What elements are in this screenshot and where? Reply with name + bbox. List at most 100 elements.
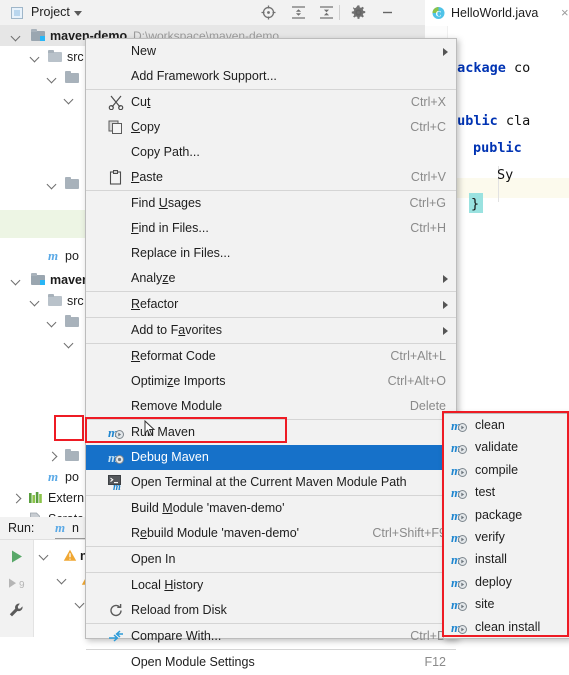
menu-item-label: Replace in Files...: [131, 246, 231, 260]
chevron-down-icon[interactable]: [58, 575, 67, 584]
code-line-4: public: [473, 140, 522, 156]
run-gutter-toolbar: 9: [0, 540, 34, 637]
chevron-down-icon[interactable]: [76, 599, 85, 608]
menu-item-copy[interactable]: Copy Ctrl+C: [86, 115, 456, 140]
tree-row-label: maven: [50, 273, 90, 287]
chevron-right-icon[interactable]: [12, 494, 21, 503]
external-libraries-icon: [29, 492, 43, 507]
chevron-down-icon[interactable]: [65, 339, 74, 348]
folder-icon: [65, 449, 79, 461]
debug-maven-submenu[interactable]: m clean m validate m compile m test m package m ver…: [443, 413, 569, 639]
chevron-down-icon[interactable]: [40, 551, 49, 560]
gear-icon[interactable]: [350, 4, 367, 21]
menu-item-shortcut: Ctrl+X: [410, 95, 446, 109]
submenu-item-validate[interactable]: m validate: [444, 436, 569, 459]
expand-all-icon[interactable]: [290, 4, 307, 21]
ide-window: Project C HelloWorld.java × maven-demo D…: [0, 0, 569, 669]
submenu-item-compile[interactable]: m compile: [444, 459, 569, 482]
menu-item-shortcut: Ctrl+V: [410, 170, 446, 184]
menu-item-label: Copy: [131, 120, 161, 134]
menu-item-open-in[interactable]: Open In: [86, 547, 456, 572]
chevron-down-icon[interactable]: [12, 32, 21, 41]
menu-item-rebuild-module-maven-demo[interactable]: Rebuild Module 'maven-demo' Ctrl+Shift+F9: [86, 521, 456, 546]
menu-item-add-framework-support[interactable]: Add Framework Support...: [86, 64, 456, 89]
maven-run-icon: m: [108, 425, 124, 440]
chevron-right-icon[interactable]: [48, 452, 57, 461]
collapse-all-icon[interactable]: [318, 4, 335, 21]
menu-item-build-module-maven-demo[interactable]: Build Module 'maven-demo': [86, 496, 456, 521]
menu-item-shortcut: Ctrl+D: [410, 629, 446, 643]
settings-wrench-icon[interactable]: [8, 602, 25, 622]
menu-item-label: Reformat Code: [131, 349, 216, 363]
terminal-maven-icon: m: [108, 475, 124, 493]
source-folder-icon: [48, 50, 62, 62]
run-icon[interactable]: [8, 548, 25, 568]
menu-item-add-to-favorites[interactable]: Add to Favorites: [86, 318, 456, 343]
maven-goal-icon: m: [451, 418, 467, 433]
menu-item-analyze[interactable]: Analyze: [86, 266, 456, 291]
menu-item-reload-from-disk[interactable]: Reload from Disk: [86, 598, 456, 623]
maven-pom-icon: m: [48, 469, 59, 484]
menu-item-label: Find in Files...: [131, 221, 209, 235]
menu-item-shortcut: Ctrl+Alt+L: [390, 349, 446, 363]
menu-item-run-maven[interactable]: m Run Maven: [86, 420, 456, 445]
menu-item-copy-path[interactable]: Copy Path...: [86, 140, 456, 165]
menu-item-local-history[interactable]: Local History: [86, 573, 456, 598]
menu-item-debug-maven[interactable]: m Debug Maven: [86, 445, 456, 470]
menu-item-label: Optimize Imports: [131, 374, 226, 388]
chevron-down-icon[interactable]: [74, 11, 82, 16]
menu-item-new[interactable]: New: [86, 39, 456, 64]
menu-item-refactor[interactable]: Refactor: [86, 292, 456, 317]
submenu-item-package[interactable]: m package: [444, 504, 569, 527]
menu-item-open-module-settings[interactable]: Open Module Settings F12: [86, 650, 456, 675]
locate-icon[interactable]: [260, 4, 277, 21]
menu-item-find-in-files[interactable]: Find in Files... Ctrl+H: [86, 216, 456, 241]
folder-icon: [65, 177, 79, 189]
run-panel-label: Run:: [8, 521, 35, 535]
close-icon[interactable]: ×: [561, 6, 569, 19]
menu-item-paste[interactable]: Paste Ctrl+V: [86, 165, 456, 190]
chevron-down-icon[interactable]: [31, 297, 40, 306]
menu-item-find-usages[interactable]: Find Usages Ctrl+G: [86, 191, 456, 216]
submenu-item-deploy[interactable]: m deploy: [444, 571, 569, 594]
submenu-item-label: validate: [475, 440, 519, 455]
maven-goal-icon: m: [451, 485, 467, 500]
submenu-item-test[interactable]: m test: [444, 481, 569, 504]
chevron-down-icon[interactable]: [48, 180, 57, 189]
submenu-item-clean-install[interactable]: m clean install: [444, 616, 569, 639]
menu-item-label: Refactor: [131, 297, 179, 311]
maven-icon: m: [55, 520, 66, 535]
chevron-down-icon[interactable]: [48, 74, 57, 83]
chevron-down-icon[interactable]: [12, 276, 21, 285]
menu-item-shortcut: Ctrl+H: [410, 221, 446, 235]
menu-item-replace-in-files[interactable]: Replace in Files...: [86, 241, 456, 266]
reload-icon: [108, 603, 124, 618]
menu-item-cut[interactable]: Cut Ctrl+X: [86, 90, 456, 115]
menu-item-label: Copy Path...: [131, 145, 200, 159]
menu-item-remove-module[interactable]: Remove Module Delete: [86, 394, 456, 419]
hide-icon[interactable]: [379, 4, 396, 21]
menu-item-open-terminal-at-the-current-maven-module-path[interactable]: m Open Terminal at the Current Maven Modu…: [86, 470, 456, 495]
menu-item-label: Reload from Disk: [131, 603, 227, 617]
submenu-item-verify[interactable]: m verify: [444, 526, 569, 549]
folder-icon: [65, 71, 79, 83]
project-context-menu[interactable]: New Add Framework Support... Cut Ctrl+X Copy…: [85, 38, 457, 669]
menu-item-reformat-code[interactable]: Reformat Code Ctrl+Alt+L: [86, 344, 456, 369]
submenu-item-site[interactable]: m site: [444, 593, 569, 616]
svg-text:C: C: [436, 9, 442, 18]
submenu-item-install[interactable]: m install: [444, 548, 569, 571]
java-class-icon: C: [431, 5, 446, 23]
menu-item-label: Add to Favorites: [131, 323, 223, 337]
submenu-item-clean[interactable]: m clean: [444, 414, 569, 437]
chevron-down-icon[interactable]: [48, 318, 57, 327]
menu-item-label: Run Maven: [131, 425, 195, 439]
chevron-down-icon[interactable]: [31, 53, 40, 62]
rerun-failed-tests-icon[interactable]: 9: [7, 575, 26, 595]
menu-item-label: Build Module 'maven-demo': [131, 501, 285, 515]
module-folder-icon: [31, 273, 45, 285]
chevron-down-icon[interactable]: [65, 95, 74, 104]
tab-helloworld-java[interactable]: C HelloWorld.java ×: [425, 0, 569, 26]
maven-goal-icon: m: [451, 530, 467, 545]
menu-item-optimize-imports[interactable]: Optimize Imports Ctrl+Alt+O: [86, 369, 456, 394]
menu-item-label: Paste: [131, 170, 163, 184]
